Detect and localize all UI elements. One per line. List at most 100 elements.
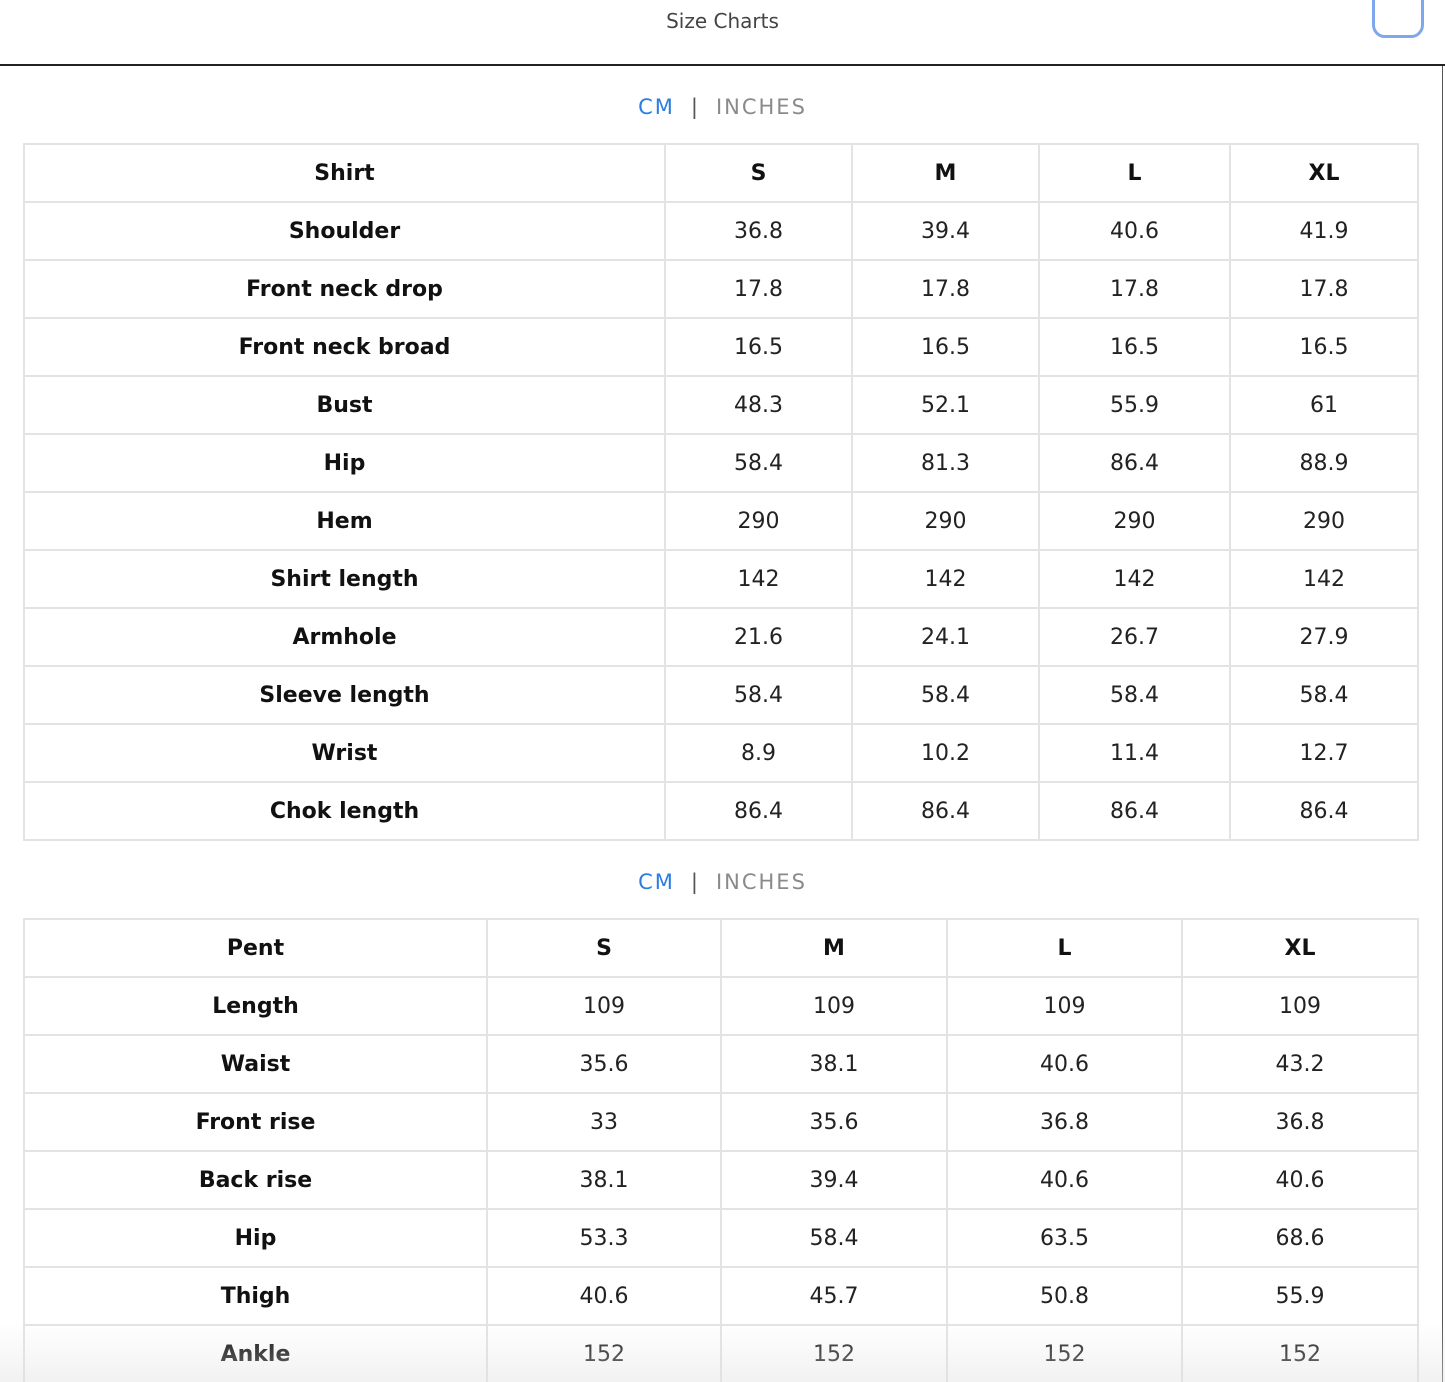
measurement-cell: 86.4 — [1038, 781, 1231, 841]
column-header: S — [486, 918, 722, 978]
measurement-cell: 36.8 — [1181, 1092, 1419, 1152]
measurement-cell: 16.5 — [664, 317, 853, 377]
measurement-cell: 88.9 — [1229, 433, 1419, 493]
measurement-cell: 40.6 — [946, 1150, 1183, 1210]
row-label: Front neck drop — [23, 259, 666, 319]
measurement-cell: 152 — [946, 1324, 1183, 1382]
measurement-cell: 48.3 — [664, 375, 853, 435]
measurement-cell: 86.4 — [664, 781, 853, 841]
measurement-cell: 39.4 — [720, 1150, 948, 1210]
measurement-cell: 21.6 — [664, 607, 853, 667]
measurement-cell: 290 — [851, 491, 1040, 551]
row-label: Length — [23, 976, 488, 1036]
measurement-cell: 61 — [1229, 375, 1419, 435]
measurement-cell: 86.4 — [1229, 781, 1419, 841]
table-row: Shoulder 36.8 39.4 40.6 41.9 — [23, 201, 1419, 261]
measurement-cell: 142 — [664, 549, 853, 609]
row-label: Armhole — [23, 607, 666, 667]
measurement-cell: 81.3 — [851, 433, 1040, 493]
measurement-cell: 27.9 — [1229, 607, 1419, 667]
measurement-cell: 36.8 — [946, 1092, 1183, 1152]
measurement-cell: 53.3 — [486, 1208, 722, 1268]
measurement-cell: 109 — [720, 976, 948, 1036]
size-charts-header: Size Charts — [0, 0, 1445, 66]
measurement-cell: 40.6 — [946, 1034, 1183, 1094]
measurement-cell: 109 — [486, 976, 722, 1036]
measurement-cell: 35.6 — [486, 1034, 722, 1094]
unit-cm-link[interactable]: CM — [638, 95, 675, 119]
measurement-cell: 290 — [1229, 491, 1419, 551]
column-header: XL — [1229, 143, 1419, 203]
measurement-cell: 40.6 — [1038, 201, 1231, 261]
measurement-cell: 142 — [851, 549, 1040, 609]
measurement-cell: 55.9 — [1038, 375, 1231, 435]
measurement-cell: 142 — [1229, 549, 1419, 609]
row-label: Front rise — [23, 1092, 488, 1152]
measurement-cell: 10.2 — [851, 723, 1040, 783]
measurement-cell: 109 — [1181, 976, 1419, 1036]
table-row: Front neck broad 16.5 16.5 16.5 16.5 — [23, 317, 1419, 377]
table-row: Armhole 21.6 24.1 26.7 27.9 — [23, 607, 1419, 667]
measurement-cell: 26.7 — [1038, 607, 1231, 667]
measurement-cell: 43.2 — [1181, 1034, 1419, 1094]
table-row: Bust 48.3 52.1 55.9 61 — [23, 375, 1419, 435]
unit-cm-link[interactable]: CM — [638, 870, 675, 894]
row-label: Sleeve length — [23, 665, 666, 725]
measurement-cell: 58.4 — [1038, 665, 1231, 725]
row-label: Hip — [23, 433, 666, 493]
measurement-cell: 40.6 — [486, 1266, 722, 1326]
unit-toggle-pent: CM | INCHES — [0, 870, 1445, 894]
column-header: Pent — [23, 918, 488, 978]
row-label: Hip — [23, 1208, 488, 1268]
measurement-cell: 290 — [1038, 491, 1231, 551]
close-button[interactable] — [1372, 0, 1424, 38]
table-row: Shirt length 142 142 142 142 — [23, 549, 1419, 609]
measurement-cell: 16.5 — [851, 317, 1040, 377]
table-row: Hip 58.4 81.3 86.4 88.9 — [23, 433, 1419, 493]
row-label: Bust — [23, 375, 666, 435]
column-header: M — [720, 918, 948, 978]
unit-separator: | — [690, 870, 700, 894]
table-row: Chok length 86.4 86.4 86.4 86.4 — [23, 781, 1419, 841]
pent-size-table: Pent S M L XL Length 109 109 109 109 Waist 35.… — [23, 918, 1419, 1382]
measurement-cell: 109 — [946, 976, 1183, 1036]
row-label: Chok length — [23, 781, 666, 841]
measurement-cell: 16.5 — [1229, 317, 1419, 377]
measurement-cell: 152 — [720, 1324, 948, 1382]
row-label: Shoulder — [23, 201, 666, 261]
measurement-cell: 86.4 — [851, 781, 1040, 841]
measurement-cell: 17.8 — [851, 259, 1040, 319]
measurement-cell: 11.4 — [1038, 723, 1231, 783]
column-header: M — [851, 143, 1040, 203]
measurement-cell: 50.8 — [946, 1266, 1183, 1326]
shirt-size-table: Shirt S M L XL Shoulder 36.8 39.4 40.6 41.9 F… — [23, 143, 1419, 841]
measurement-cell: 12.7 — [1229, 723, 1419, 783]
measurement-cell: 58.4 — [1229, 665, 1419, 725]
measurement-cell: 52.1 — [851, 375, 1040, 435]
measurement-cell: 17.8 — [664, 259, 853, 319]
column-header: S — [664, 143, 853, 203]
measurement-cell: 24.1 — [851, 607, 1040, 667]
measurement-cell: 58.4 — [720, 1208, 948, 1268]
table-row: Length 109 109 109 109 — [23, 976, 1419, 1036]
unit-inches-link[interactable]: INCHES — [716, 870, 807, 894]
table-header-row: Pent S M L XL — [23, 918, 1419, 978]
measurement-cell: 39.4 — [851, 201, 1040, 261]
unit-toggle-shirt: CM | INCHES — [0, 95, 1445, 119]
table-row: Sleeve length 58.4 58.4 58.4 58.4 — [23, 665, 1419, 725]
row-label: Thigh — [23, 1266, 488, 1326]
measurement-cell: 40.6 — [1181, 1150, 1419, 1210]
unit-inches-link[interactable]: INCHES — [716, 95, 807, 119]
measurement-cell: 152 — [486, 1324, 722, 1382]
table-row: Ankle 152 152 152 152 — [23, 1324, 1419, 1382]
measurement-cell: 38.1 — [720, 1034, 948, 1094]
measurement-cell: 16.5 — [1038, 317, 1231, 377]
row-label: Front neck broad — [23, 317, 666, 377]
table-row: Front rise 33 35.6 36.8 36.8 — [23, 1092, 1419, 1152]
table-header-row: Shirt S M L XL — [23, 143, 1419, 203]
measurement-cell: 41.9 — [1229, 201, 1419, 261]
table-row: Hem 290 290 290 290 — [23, 491, 1419, 551]
measurement-cell: 290 — [664, 491, 853, 551]
row-label: Hem — [23, 491, 666, 551]
row-label: Ankle — [23, 1324, 488, 1382]
